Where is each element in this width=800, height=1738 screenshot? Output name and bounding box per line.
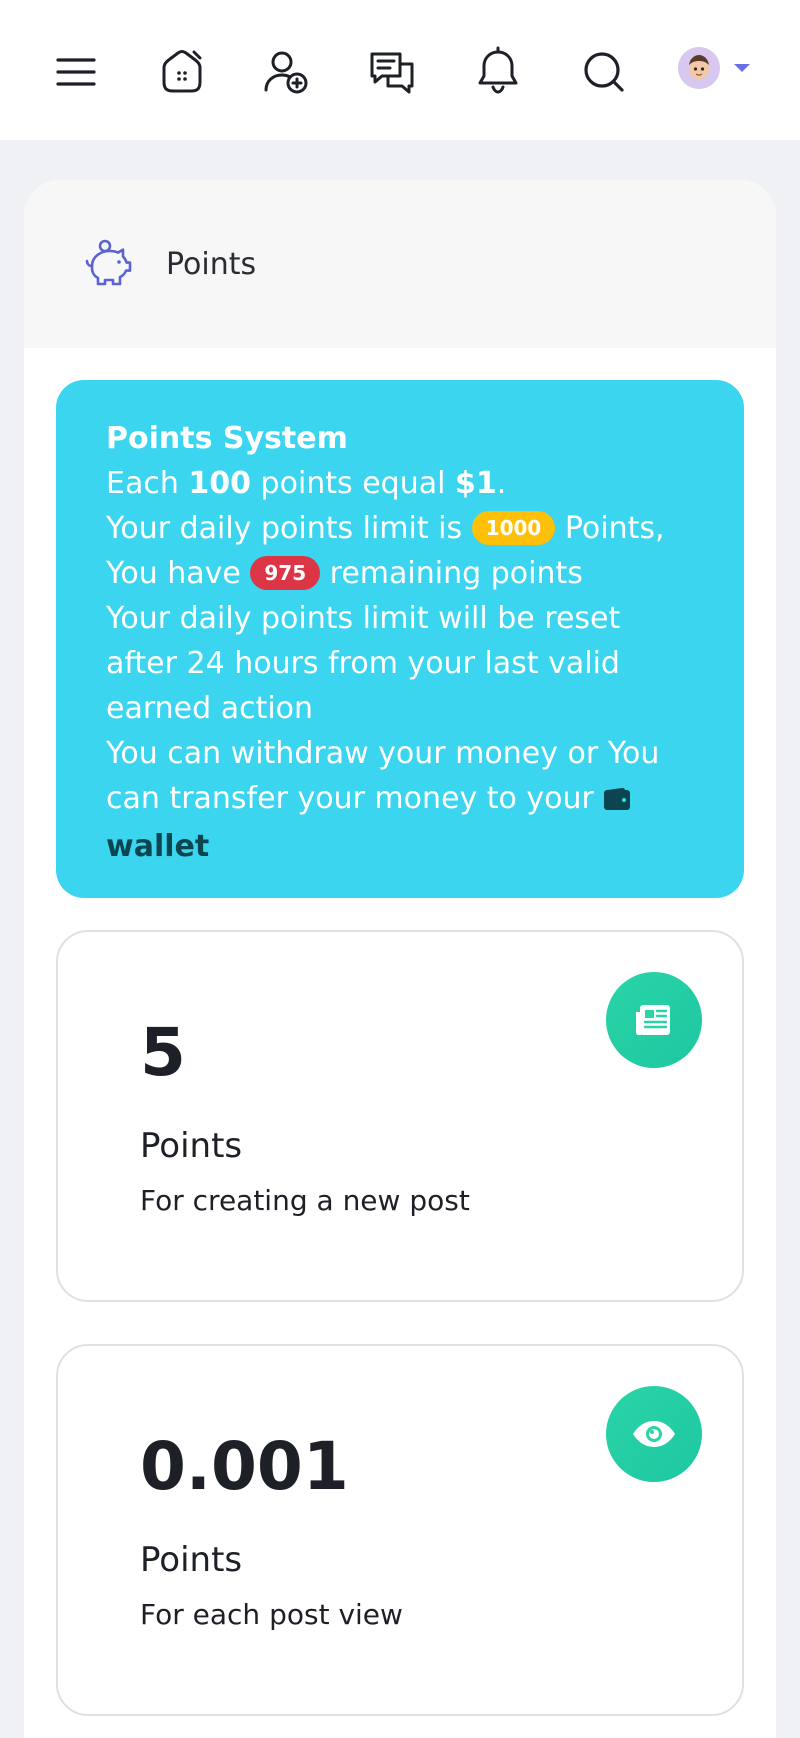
- card-header: Points: [24, 180, 776, 348]
- remaining-points: You have 975 remaining points: [106, 551, 694, 596]
- notifications-icon: [478, 46, 518, 94]
- add-friend-icon: [264, 51, 308, 94]
- stat-label: Points: [140, 1540, 243, 1580]
- notifications-button[interactable]: [470, 44, 526, 100]
- avatar: [678, 47, 720, 89]
- info-text: Your daily points limit is: [106, 511, 472, 546]
- reset-info: Your daily points limit will be reset af…: [106, 601, 621, 726]
- messages-button[interactable]: [364, 44, 420, 100]
- menu-button[interactable]: [48, 44, 104, 100]
- info-text: Each: [106, 466, 189, 501]
- home-icon: [162, 50, 202, 93]
- points-system-info: Points System Each 100 points equal $1. …: [56, 380, 744, 898]
- info-text: Points,: [555, 511, 665, 546]
- info-text: remaining points: [320, 556, 583, 591]
- eye-icon: [633, 1421, 675, 1447]
- conversion-rate: Each 100 points equal $1.: [106, 461, 694, 506]
- wallet-link[interactable]: wallet: [106, 829, 209, 864]
- stat-icon-circle: [606, 972, 702, 1068]
- info-heading: Points System: [106, 421, 348, 456]
- wallet-icon: [603, 779, 631, 824]
- search-icon: [584, 52, 624, 92]
- chevron-down-icon: [734, 64, 750, 72]
- stat-description: For each post view: [140, 1598, 403, 1631]
- search-button[interactable]: [576, 44, 632, 100]
- stat-label: Points: [140, 1126, 243, 1166]
- info-text: points equal: [251, 466, 455, 501]
- newspaper-icon: [636, 1005, 670, 1035]
- stat-value: 0.001: [140, 1428, 349, 1505]
- piggy-bank-icon: [85, 239, 132, 286]
- messages-icon: [370, 52, 414, 94]
- daily-limit: Your daily points limit is 1000 Points,: [106, 506, 694, 551]
- daily-limit-badge: 1000: [471, 511, 556, 545]
- info-text: You have: [106, 556, 251, 591]
- dollar-amount: $1: [455, 466, 497, 501]
- add-friend-button[interactable]: [258, 44, 314, 100]
- menu-icon: [56, 58, 96, 86]
- top-navbar: [0, 0, 800, 140]
- remaining-badge: 975: [250, 556, 321, 590]
- page-title: Points: [166, 246, 257, 282]
- points-card: Points Points System Each 100 points equ…: [24, 180, 776, 1738]
- stat-value: 5: [140, 1014, 186, 1091]
- withdraw-info: You can withdraw your money or You can t…: [106, 731, 694, 869]
- stat-icon-circle: [606, 1386, 702, 1482]
- info-text: You can withdraw your money or You can t…: [106, 736, 660, 816]
- points-per-dollar: 100: [188, 466, 252, 501]
- home-button[interactable]: [154, 44, 210, 100]
- stat-description: For creating a new post: [140, 1184, 470, 1217]
- user-menu[interactable]: [678, 46, 750, 90]
- info-text: .: [496, 466, 507, 501]
- stat-card-new-post: 5 Points For creating a new post: [56, 930, 744, 1302]
- stat-card-post-view: 0.001 Points For each post view: [56, 1344, 744, 1716]
